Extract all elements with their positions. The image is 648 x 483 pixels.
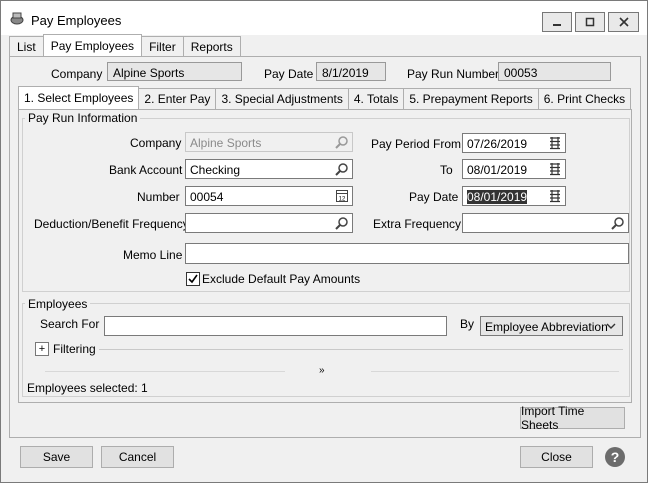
chevron-down-icon — [606, 323, 616, 329]
step-tab-bar: 1. Select Employees 2. Enter Pay 3. Spec… — [18, 86, 632, 109]
pay-period-from-field[interactable]: 07/26/2019 — [462, 133, 566, 153]
number-label: Number — [137, 190, 180, 204]
header-pay-run-number-value: 00053 — [498, 62, 611, 81]
memo-line-label: Memo Line — [123, 248, 183, 262]
calendar-icon[interactable] — [548, 162, 562, 176]
search-icon[interactable] — [335, 162, 349, 176]
minimize-icon — [553, 24, 561, 26]
calendar-icon[interactable] — [548, 189, 562, 203]
pay-employees-window: Pay Employees List Pay Employees Filter … — [0, 0, 648, 483]
employees-selected-status: Employees selected: 1 — [27, 381, 148, 395]
exclude-default-pay-checkbox[interactable] — [186, 272, 200, 286]
checkmark-icon — [188, 274, 198, 284]
bank-account-field[interactable]: Checking — [185, 159, 353, 179]
filtering-expand-button[interactable]: + — [35, 342, 49, 356]
number-value: 00054 — [190, 190, 224, 204]
pay-period-from-value: 07/26/2019 — [467, 137, 528, 151]
close-button[interactable]: Close — [520, 446, 593, 468]
maximize-icon — [585, 17, 595, 27]
company-label: Company — [130, 136, 182, 150]
tab-pay-employees[interactable]: Pay Employees — [42, 34, 143, 57]
search-icon[interactable] — [611, 216, 625, 230]
import-time-sheets-button[interactable]: Import Time Sheets — [520, 404, 625, 432]
header-pay-date-value: 8/1/2019 — [316, 62, 386, 81]
to-date-value: 08/01/2019 — [467, 163, 528, 177]
tab-totals[interactable]: 4. Totals — [347, 88, 405, 109]
tab-select-employees[interactable]: 1. Select Employees — [18, 86, 140, 109]
svg-text:12: 12 — [339, 197, 346, 203]
cancel-button[interactable]: Cancel — [101, 446, 174, 468]
search-by-dropdown[interactable]: Employee Abbreviation — [480, 316, 623, 336]
company-field-value: Alpine Sports — [190, 136, 262, 150]
pay-run-info-title: Pay Run Information — [25, 111, 141, 125]
close-icon — [618, 17, 629, 27]
tab-prepayment-reports[interactable]: 5. Prepayment Reports — [403, 88, 539, 109]
pay-date-value: 08/01/2019 — [467, 190, 528, 204]
available-list-edge — [45, 371, 285, 372]
filtering-divider — [99, 349, 623, 350]
tab-print-checks[interactable]: 6. Print Checks — [537, 88, 632, 109]
tab-list[interactable]: List — [9, 36, 44, 56]
by-label: By — [460, 317, 475, 331]
bank-account-value: Checking — [190, 163, 241, 177]
payroll-app-icon — [10, 12, 24, 25]
to-label: To — [440, 163, 453, 177]
exclude-default-pay-label: Exclude Default Pay Amounts — [202, 272, 361, 286]
extra-frequency-field[interactable] — [462, 213, 629, 233]
header-pay-run-number-label: Pay Run Number — [407, 67, 500, 81]
tab-special-adjustments[interactable]: 3. Special Adjustments — [215, 88, 349, 109]
search-icon — [335, 136, 348, 149]
outer-tab-bar: List Pay Employees Filter Reports — [9, 34, 241, 57]
tab-enter-pay[interactable]: 2. Enter Pay — [138, 88, 217, 109]
employees-title: Employees — [25, 297, 91, 311]
tab-filter[interactable]: Filter — [141, 36, 184, 56]
calendar-icon[interactable] — [548, 136, 562, 150]
save-button[interactable]: Save — [20, 446, 93, 468]
minimize-button[interactable] — [542, 12, 572, 32]
maximize-button[interactable] — [575, 12, 605, 32]
pay-date-label: Pay Date — [409, 190, 459, 204]
plus-icon: + — [38, 343, 46, 355]
memo-line-field[interactable] — [185, 243, 629, 264]
header-company-value: Alpine Sports — [107, 62, 242, 81]
extra-frequency-label: Extra Frequency — [373, 217, 462, 231]
bank-account-label: Bank Account — [109, 163, 183, 177]
company-field: Alpine Sports — [185, 132, 353, 152]
filtering-label: Filtering — [53, 342, 96, 356]
number-lookup-icon[interactable]: 12 — [335, 189, 349, 203]
deduction-frequency-label: Deduction/Benefit Frequency — [34, 217, 189, 231]
help-icon[interactable]: ? — [605, 447, 625, 467]
search-for-input[interactable] — [104, 316, 447, 336]
pay-period-from-label: Pay Period From — [371, 137, 462, 151]
title-bar: Pay Employees — [1, 1, 647, 35]
pay-date-field[interactable]: 08/01/2019 — [462, 186, 566, 206]
to-date-field[interactable]: 08/01/2019 — [462, 159, 566, 179]
close-window-button[interactable] — [608, 12, 639, 32]
search-icon[interactable] — [335, 216, 349, 230]
deduction-frequency-field[interactable] — [185, 213, 353, 233]
header-company-label: Company — [51, 67, 103, 81]
number-field[interactable]: 00054 12 — [185, 186, 353, 206]
move-to-selected-button[interactable]: » — [319, 365, 325, 376]
header-pay-date-label: Pay Date — [264, 67, 314, 81]
search-for-label: Search For — [40, 317, 100, 331]
selected-list-edge — [371, 371, 619, 372]
tab-reports[interactable]: Reports — [182, 36, 241, 56]
window-title: Pay Employees — [31, 13, 122, 28]
search-by-value: Employee Abbreviation — [485, 320, 608, 334]
